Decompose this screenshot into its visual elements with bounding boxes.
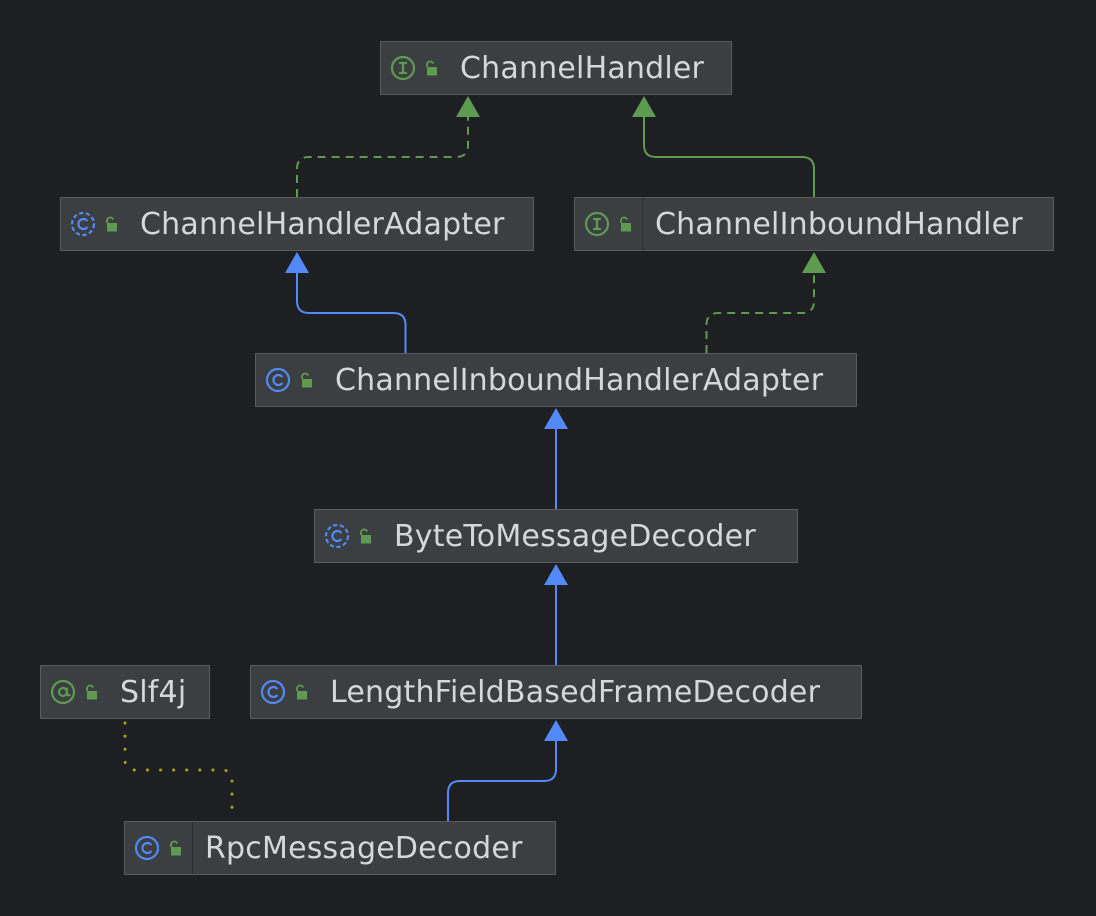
arrowhead-channel-inbound-handler-adapter-channel-handler-adapter: [285, 252, 309, 273]
node-rpc-message-decoder[interactable]: RpcMessageDecoder: [124, 821, 556, 875]
node-label: LengthFieldBasedFrameDecoder: [330, 674, 821, 710]
arrowhead-channel-handler-adapter-channel-handler: [456, 96, 480, 117]
class-icon: [265, 367, 291, 393]
lock-icon: [299, 371, 313, 389]
node-channel-inbound-handler[interactable]: ChannelInboundHandler: [574, 197, 1054, 251]
abstract-class-icon: [324, 523, 350, 549]
node-byte-to-message-decoder[interactable]: ByteToMessageDecoder: [314, 509, 798, 563]
arrowhead-byte-to-message-decoder-channel-inbound-handler-adapter: [544, 408, 568, 429]
lock-icon: [618, 215, 632, 233]
node-icons: [381, 42, 448, 94]
node-channel-inbound-handler-adapter[interactable]: ChannelInboundHandlerAdapter: [255, 353, 857, 407]
node-label: ChannelInboundHandlerAdapter: [335, 362, 824, 398]
edge-channel-inbound-handler-adapter-channel-handler-adapter: [296, 273, 407, 353]
node-label: ChannelHandler: [460, 50, 705, 86]
lock-icon: [294, 683, 308, 701]
edge-channel-inbound-handler-channel-handler: [643, 117, 815, 197]
node-label: ChannelHandlerAdapter: [140, 206, 505, 242]
edge-slf4j-rpc-message-decoder: [123, 721, 234, 819]
arrowhead-channel-inbound-handler-channel-handler: [632, 96, 656, 117]
node-length-field-based-frame-decoder[interactable]: LengthFieldBasedFrameDecoder: [250, 665, 862, 719]
node-icons: [61, 198, 128, 250]
node-icons: [315, 510, 382, 562]
node-icons: [125, 822, 193, 874]
lock-icon: [358, 527, 372, 545]
class-icon: [260, 679, 286, 705]
node-channel-handler[interactable]: ChannelHandler: [380, 41, 732, 95]
node-icons: [575, 198, 643, 250]
node-label: ChannelInboundHandler: [655, 206, 1023, 242]
node-label: ByteToMessageDecoder: [394, 518, 756, 554]
lock-icon: [84, 683, 98, 701]
class-icon: [134, 835, 160, 861]
arrowhead-length-field-based-frame-decoder-byte-to-message-decoder: [544, 564, 568, 585]
edge-rpc-message-decoder-length-field-based-frame-decoder: [447, 741, 557, 821]
edge-channel-handler-adapter-channel-handler: [296, 117, 469, 197]
arrowhead-rpc-message-decoder-length-field-based-frame-decoder: [544, 720, 568, 741]
node-label: Slf4j: [120, 674, 187, 710]
node-slf4j[interactable]: Slf4j: [40, 665, 210, 719]
lock-icon: [424, 59, 438, 77]
node-icons: [256, 354, 323, 406]
annotation-icon: [50, 679, 76, 705]
interface-icon: [584, 211, 610, 237]
edge-channel-inbound-handler-adapter-channel-inbound-handler: [705, 273, 815, 353]
lock-icon: [104, 215, 118, 233]
interface-icon: [390, 55, 416, 81]
arrowhead-channel-inbound-handler-adapter-channel-inbound-handler: [802, 252, 826, 273]
node-channel-handler-adapter[interactable]: ChannelHandlerAdapter: [60, 197, 534, 251]
node-icons: [41, 666, 108, 718]
node-icons: [251, 666, 318, 718]
lock-icon: [168, 839, 182, 857]
node-label: RpcMessageDecoder: [205, 830, 523, 866]
abstract-class-icon: [70, 211, 96, 237]
class-diagram-canvas: [123, 96, 826, 821]
